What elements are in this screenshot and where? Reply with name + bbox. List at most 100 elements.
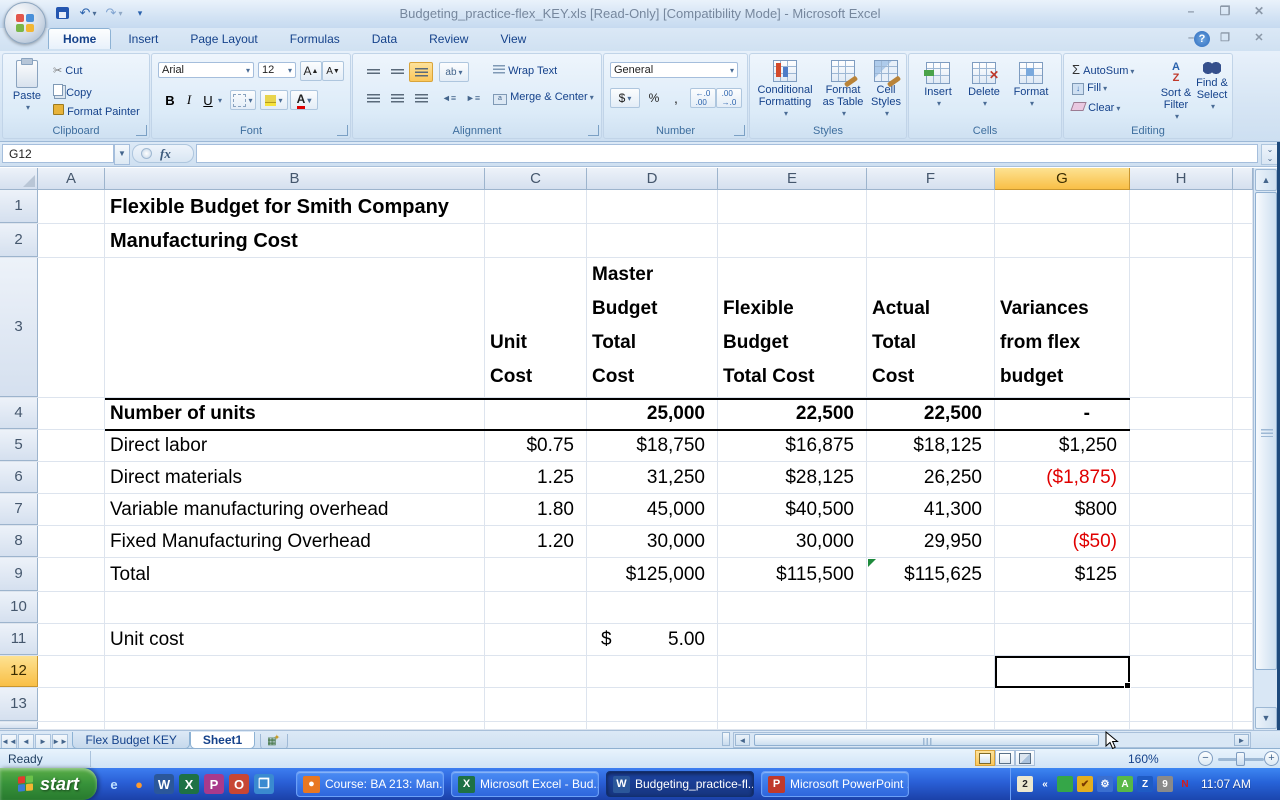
cell-4[interactable]: [1233, 398, 1253, 429]
bold-button[interactable]: B: [160, 90, 180, 110]
font-name-combo[interactable]: Arial▾: [158, 62, 254, 78]
active-cell-G12[interactable]: [995, 656, 1130, 688]
vertical-scroll-thumb[interactable]: [1255, 192, 1277, 670]
conditional-formatting-button[interactable]: Conditional Formatting▾: [754, 60, 816, 120]
office-button[interactable]: [4, 2, 46, 44]
font-size-combo[interactable]: 12▾: [258, 62, 296, 78]
column-header-H[interactable]: H: [1130, 168, 1233, 190]
workbook-close-button[interactable]: ✕: [1246, 32, 1272, 47]
cell-B[interactable]: [105, 722, 485, 729]
grow-font-button[interactable]: A▲: [300, 61, 322, 81]
cell-H2[interactable]: [1130, 224, 1233, 257]
scroll-right-icon[interactable]: ►: [1234, 734, 1249, 746]
format-cells-button[interactable]: Format▾: [1009, 62, 1053, 110]
cell-A3[interactable]: [38, 258, 105, 397]
ribbon-tab-review[interactable]: Review: [414, 28, 483, 49]
cell-styles-button[interactable]: Cell Styles▾: [868, 60, 904, 120]
row-header-1[interactable]: 1: [0, 190, 38, 223]
italic-button[interactable]: I: [179, 90, 199, 110]
agent-a-icon[interactable]: A: [1117, 776, 1133, 792]
delete-cells-button[interactable]: ✕ Delete▾: [963, 62, 1005, 110]
zoom-slider-thumb[interactable]: [1236, 752, 1245, 766]
sheet-tab-sheet1[interactable]: Sheet1: [190, 732, 255, 749]
cell-2[interactable]: [1233, 224, 1253, 257]
cell-A2[interactable]: [38, 224, 105, 257]
cell-C10[interactable]: [485, 592, 587, 623]
restore-button[interactable]: ❐: [1212, 5, 1238, 20]
zone-z-icon[interactable]: Z: [1137, 776, 1153, 792]
sort-filter-button[interactable]: AZ Sort & Filter▾: [1156, 62, 1196, 123]
comma-style-button[interactable]: ,: [666, 88, 686, 108]
row-header-11[interactable]: 11: [0, 624, 38, 655]
row-header-9[interactable]: 9: [0, 558, 38, 591]
cell-A8[interactable]: [38, 526, 105, 557]
cell-H12[interactable]: [1130, 656, 1233, 687]
scroll-up-icon[interactable]: ▲: [1255, 169, 1277, 191]
copy-button[interactable]: Copy: [53, 84, 92, 99]
cell-B9[interactable]: [105, 558, 485, 591]
align-left-button[interactable]: [361, 88, 385, 108]
excel-icon[interactable]: X: [179, 774, 199, 794]
column-header-B[interactable]: B: [105, 168, 485, 190]
align-bottom-button[interactable]: [409, 62, 433, 82]
cell-G[interactable]: [995, 722, 1130, 729]
insert-function-icon[interactable]: fx: [160, 146, 171, 162]
column-header-partial[interactable]: [1233, 168, 1253, 190]
merge-center-button[interactable]: a Merge & Center▾: [493, 91, 594, 105]
cell-A10[interactable]: [38, 592, 105, 623]
accounting-format-button[interactable]: $▾: [610, 88, 640, 108]
cell-F10[interactable]: [867, 592, 995, 623]
row-header-13[interactable]: 13: [0, 688, 38, 721]
firefox-icon[interactable]: ●: [129, 774, 149, 794]
cell-E13[interactable]: [718, 688, 867, 721]
cell-H10[interactable]: [1130, 592, 1233, 623]
ribbon-tab-view[interactable]: View: [485, 28, 541, 49]
language-2-icon[interactable]: 2: [1017, 776, 1033, 792]
taskbar-button-firefox[interactable]: ●Course: BA 213: Man...: [296, 771, 444, 797]
number-format-combo[interactable]: General▾: [610, 62, 738, 78]
cell-B13[interactable]: [105, 688, 485, 721]
row-header-3[interactable]: 3: [0, 258, 38, 397]
cell-A11[interactable]: [38, 624, 105, 655]
close-button[interactable]: ✕: [1246, 5, 1272, 20]
cell-F11[interactable]: [867, 624, 995, 655]
cell-12[interactable]: [1233, 656, 1253, 687]
autosum-button[interactable]: Σ AutoSum▾: [1072, 62, 1134, 77]
page-layout-view-icon[interactable]: [995, 750, 1015, 766]
page-break-view-icon[interactable]: [1015, 750, 1035, 766]
fill-handle[interactable]: [1124, 682, 1131, 689]
cell-11[interactable]: [1233, 624, 1253, 655]
orientation-button[interactable]: ab▾: [439, 62, 469, 82]
tools-icon[interactable]: ⚙: [1097, 776, 1113, 792]
vertical-scrollbar[interactable]: ▲ ▼: [1253, 168, 1277, 730]
cell-D12[interactable]: [587, 656, 718, 687]
formula-input[interactable]: [196, 144, 1258, 163]
row-header-4[interactable]: 4: [0, 398, 38, 429]
cell-C11[interactable]: [485, 624, 587, 655]
cell-B12[interactable]: [105, 656, 485, 687]
wrap-text-button[interactable]: Wrap Text: [493, 65, 557, 77]
cell-10[interactable]: [1233, 592, 1253, 623]
cell-H1[interactable]: [1130, 190, 1233, 223]
alignment-dialog-launcher-icon[interactable]: [588, 125, 599, 136]
row-header-2[interactable]: 2: [0, 224, 38, 257]
worksheet-grid[interactable]: ABCDEFGH 1Flexible Budget for Smith Comp…: [0, 168, 1277, 730]
shrink-font-button[interactable]: A▼: [322, 61, 344, 81]
row-header-10[interactable]: 10: [0, 592, 38, 623]
cell-E12[interactable]: [718, 656, 867, 687]
format-as-table-button[interactable]: Format as Table▾: [820, 60, 866, 120]
shield-icon[interactable]: ✔: [1077, 776, 1093, 792]
cell-H13[interactable]: [1130, 688, 1233, 721]
fill-button[interactable]: ↓ Fill▾: [1072, 82, 1107, 95]
align-right-button[interactable]: [409, 88, 433, 108]
row-header-partial[interactable]: [0, 722, 38, 729]
cell-E1[interactable]: [718, 190, 867, 223]
minimize-button[interactable]: –: [1178, 5, 1204, 20]
increase-indent-button[interactable]: ►≡: [461, 88, 485, 108]
ribbon-tab-data[interactable]: Data: [357, 28, 412, 49]
cell-A4[interactable]: [38, 398, 105, 429]
workbook-minimize-button[interactable]: –: [1178, 32, 1204, 47]
column-header-A[interactable]: A: [38, 168, 105, 190]
cell-C4[interactable]: [485, 398, 587, 429]
last-sheet-icon[interactable]: ►►: [52, 734, 68, 749]
